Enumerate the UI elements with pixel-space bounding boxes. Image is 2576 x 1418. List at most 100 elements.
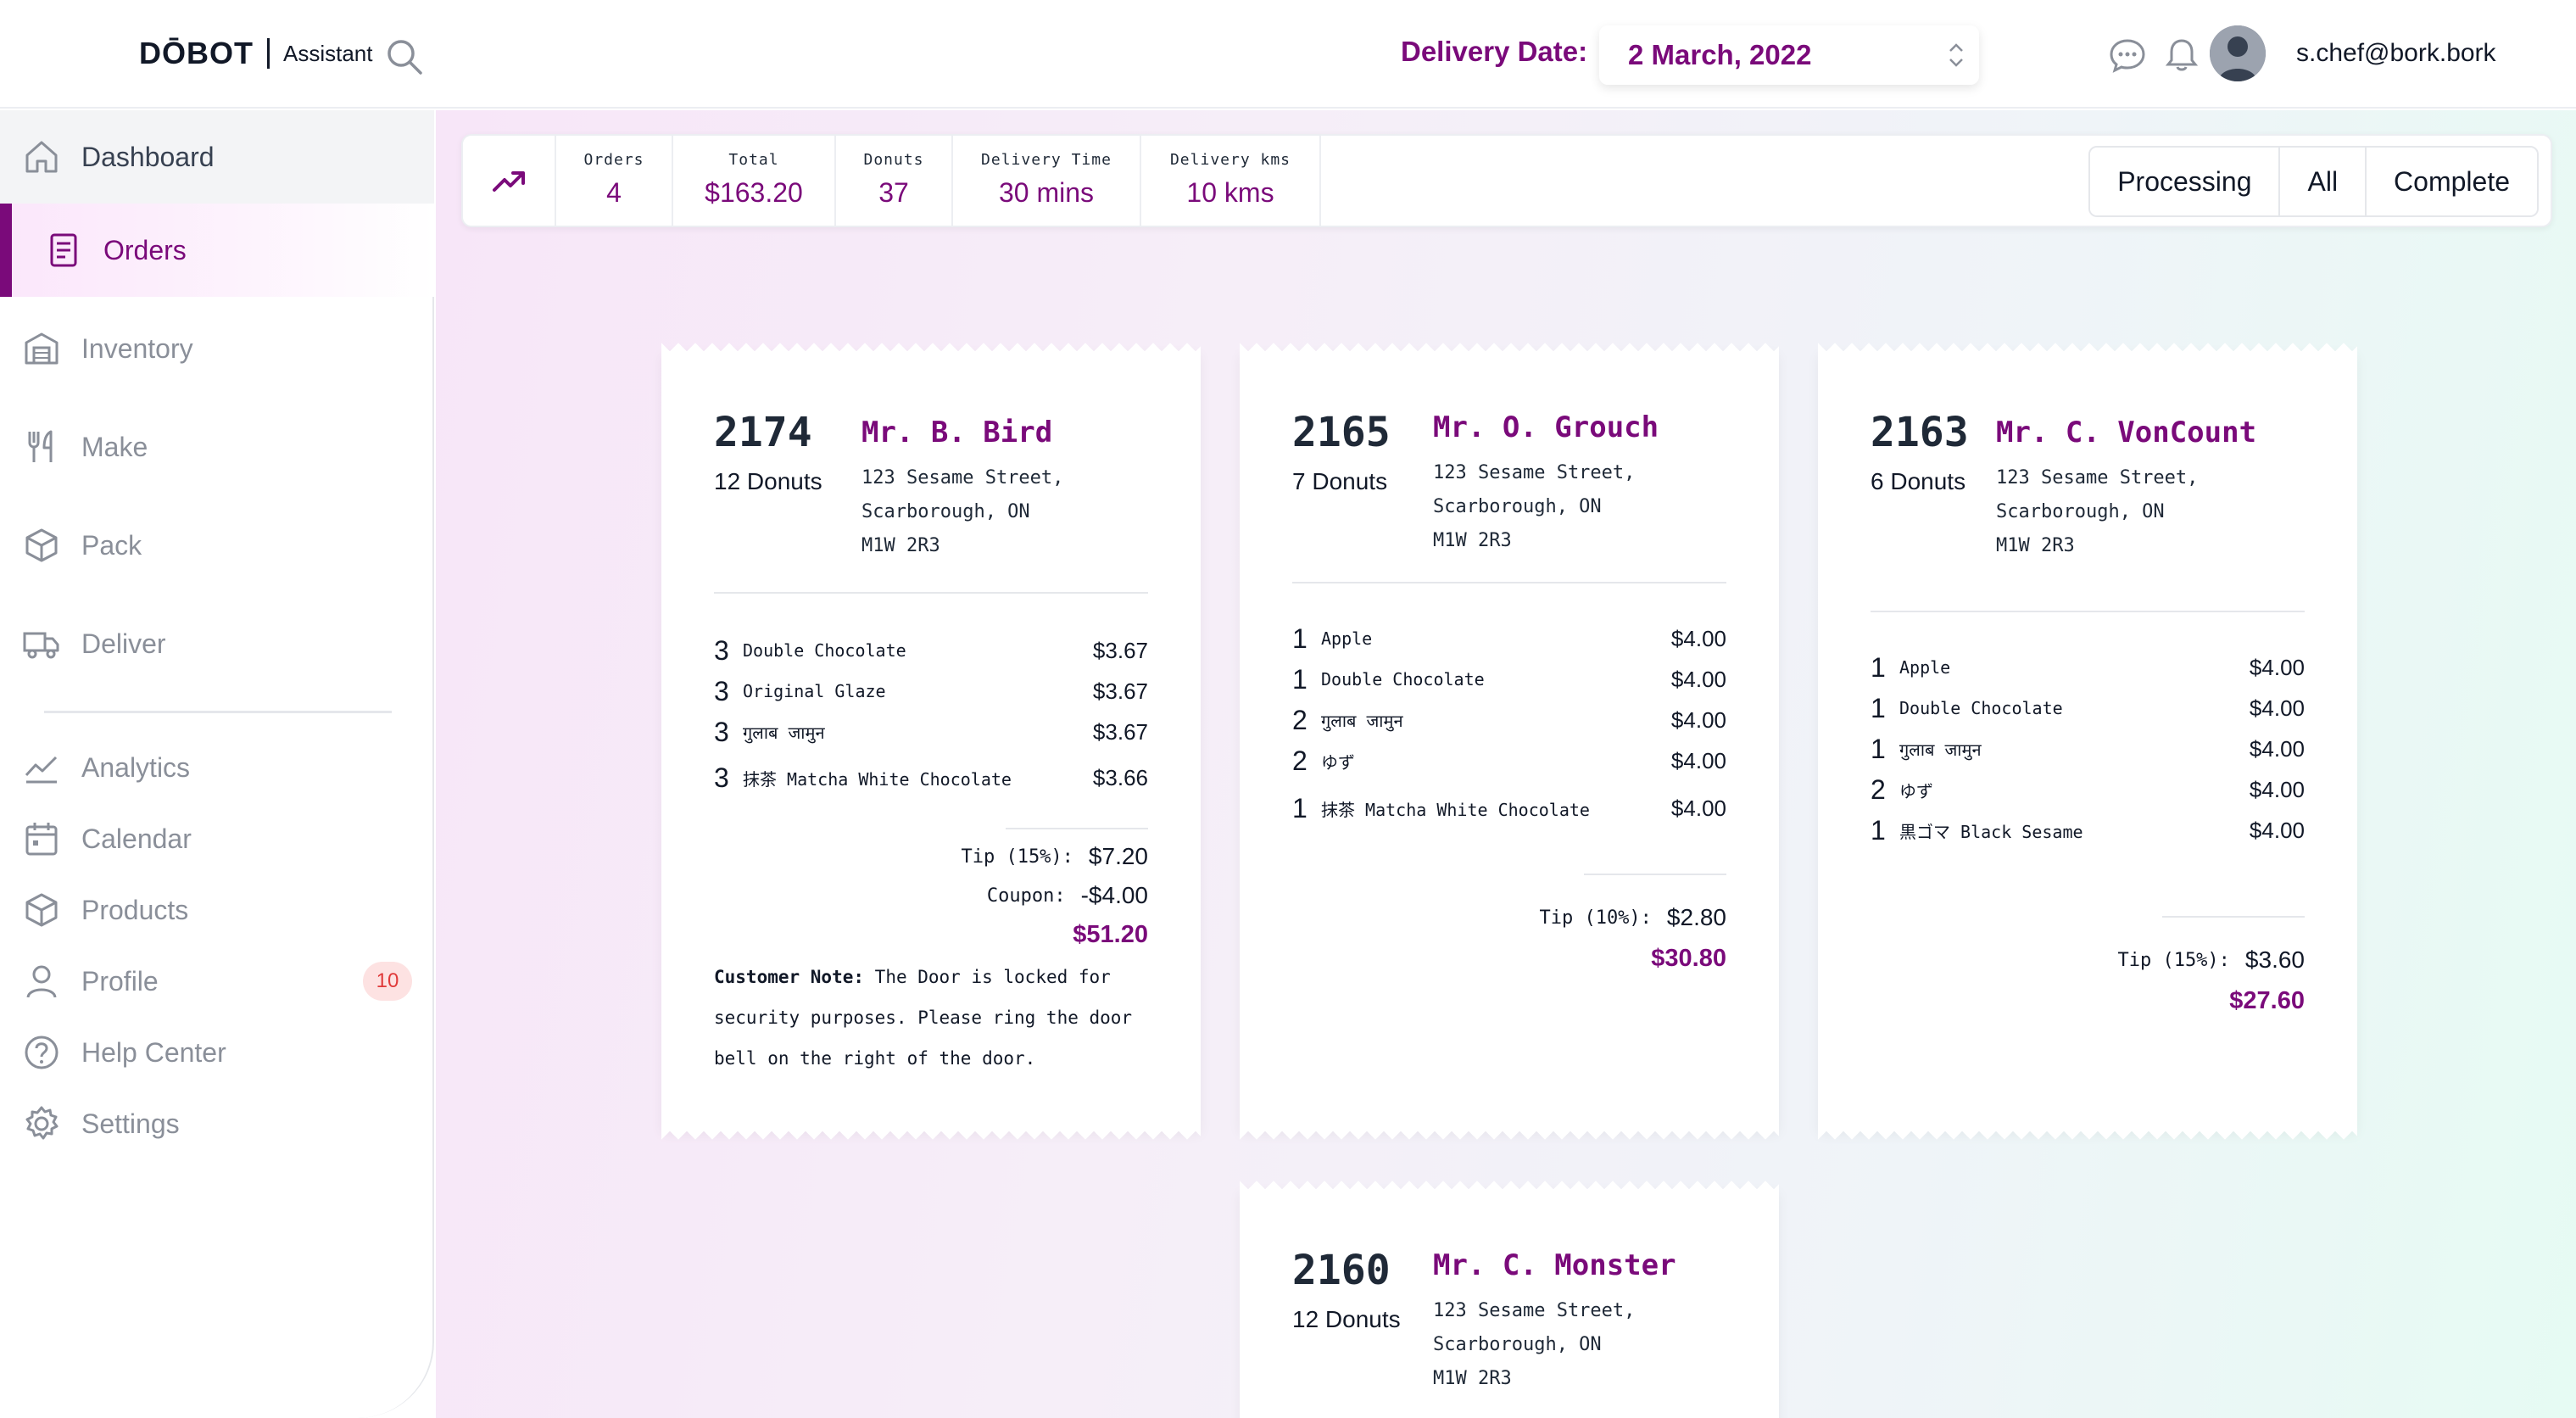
sidebar-item-profile[interactable]: Profile 10	[0, 943, 434, 1019]
delivery-date-select[interactable]: 2 March, 2022	[1599, 25, 1979, 85]
filter-processing-button[interactable]: Processing	[2090, 148, 2281, 215]
trending-up-icon	[493, 171, 525, 192]
item-price: $3.67	[1092, 718, 1148, 745]
customer-name: Mr. C. Monster	[1433, 1248, 1676, 1282]
sidebar-item-inventory[interactable]: Inventory	[0, 302, 434, 395]
address-line: M1W 2R3	[1433, 1368, 1512, 1389]
utensils-icon	[28, 430, 53, 462]
stat-orders: Orders 4	[556, 136, 673, 226]
item-name: Double Chocolate	[743, 640, 906, 661]
order-line-item: 1 Apple $4.00	[1292, 619, 1726, 658]
address-line: M1W 2R3	[861, 535, 940, 556]
trending-up-button[interactable]	[463, 136, 556, 226]
sidebar-item-label: Calendar	[81, 823, 192, 854]
app-logo[interactable]: DŌBOT Assistant	[139, 36, 373, 71]
order-receipt[interactable]: 2163 6 Donuts Mr. C. VonCount 123 Sesame…	[1818, 339, 2357, 1143]
filter-all-button[interactable]: All	[2280, 148, 2367, 215]
order-receipt[interactable]: 2174 12 Donuts Mr. B. Bird 123 Sesame St…	[661, 339, 1201, 1143]
item-price: $4.00	[2249, 654, 2305, 680]
item-name: 黒ゴマ Black Sesame	[1899, 821, 2083, 842]
bell-icon[interactable]	[2162, 36, 2201, 75]
order-number: 2160	[1292, 1247, 1391, 1294]
address-line: Scarborough, ON	[1433, 1334, 1602, 1355]
sidebar-item-orders[interactable]: Orders	[0, 204, 434, 297]
order-receipt[interactable]: 2165 7 Donuts Mr. O. Grouch 123 Sesame S…	[1240, 339, 1779, 1143]
sidebar-item-calendar[interactable]: Calendar	[0, 801, 434, 877]
order-number: 2174	[714, 409, 812, 456]
order-line-item: 1 黒ゴマ Black Sesame $4.00	[1871, 811, 2305, 850]
item-qty: 1	[1292, 663, 1308, 695]
divider	[1006, 828, 1148, 829]
item-price: $4.00	[1670, 747, 1726, 773]
item-name: गुलाब जामुन	[743, 722, 825, 743]
order-line-item: 3 抹茶 Matcha White Chocolate $3.66	[714, 758, 1148, 797]
item-qty: 1	[1871, 651, 1886, 683]
search-icon[interactable]	[385, 37, 424, 76]
sidebar-item-label: Products	[81, 894, 189, 925]
truck-icon	[23, 632, 59, 659]
stat-value: $163.20	[705, 177, 803, 208]
user-email[interactable]: s.chef@bork.bork	[2296, 39, 2496, 68]
item-qty: 1	[1871, 814, 1886, 846]
sidebar-item-make[interactable]: Make	[0, 400, 434, 494]
item-name: 抹茶 Matcha White Chocolate	[743, 768, 1012, 790]
sidebar-item-deliver[interactable]: Deliver	[0, 597, 434, 690]
warehouse-icon	[25, 332, 59, 365]
item-qty: 3	[714, 762, 729, 793]
sidebar-item-dashboard[interactable]: Dashboard	[0, 110, 434, 204]
stat-delivery-kms: Delivery kms 10 kms	[1141, 136, 1321, 226]
order-number: 2163	[1871, 409, 1969, 456]
item-qty: 2	[1871, 773, 1886, 805]
help-icon	[25, 1036, 59, 1069]
address-line: 123 Sesame Street,	[1996, 467, 2199, 488]
chat-icon[interactable]	[2108, 36, 2147, 75]
tip-row: Tip (15%): $7.20	[961, 843, 1148, 870]
select-arrows-icon	[1949, 43, 1963, 67]
order-donut-count: 6 Donuts	[1871, 468, 1966, 494]
coupon-value: -$4.00	[1080, 882, 1148, 908]
order-receipt[interactable]: 2160 12 Donuts Mr. C. Monster 123 Sesame…	[1240, 1177, 1779, 1418]
address-line: 123 Sesame Street,	[1433, 1300, 1636, 1321]
item-name: गुलाब जामुन	[1321, 710, 1403, 731]
address-line: Scarborough, ON	[1433, 496, 1602, 517]
sidebar-item-help-center[interactable]: Help Center	[0, 1014, 434, 1091]
logo-divider	[267, 38, 270, 69]
address-line: Scarborough, ON	[861, 501, 1030, 522]
stats-bar: Orders 4 Total $163.20 Donuts 37 Deliver…	[461, 134, 2552, 227]
tip-label: Tip (15%):	[2117, 949, 2230, 971]
sidebar-item-settings[interactable]: Settings	[0, 1086, 434, 1162]
top-header: DŌBOT Assistant Delivery Date: 2 March, …	[0, 0, 2576, 109]
stat-value: 37	[878, 177, 909, 208]
gear-icon	[25, 1106, 59, 1140]
item-price: $4.00	[1670, 795, 1726, 821]
sidebar-item-label: Inventory	[81, 332, 193, 364]
sidebar-item-products[interactable]: Products	[0, 872, 434, 948]
sidebar-item-label: Make	[81, 431, 148, 462]
main-content: Orders 4 Total $163.20 Donuts 37 Deliver…	[436, 110, 2576, 1418]
sidebar-item-pack[interactable]: Pack	[0, 499, 434, 592]
divider	[1871, 611, 2305, 612]
stat-total: Total $163.20	[673, 136, 836, 226]
item-price: $4.00	[2249, 695, 2305, 721]
customer-name: Mr. O. Grouch	[1433, 410, 1659, 444]
tip-label: Tip (10%):	[1539, 907, 1652, 929]
stat-label: Total	[728, 151, 779, 169]
filter-complete-button[interactable]: Complete	[2367, 148, 2537, 215]
coupon-row: Coupon: -$4.00	[987, 882, 1148, 909]
item-qty: 1	[1871, 692, 1886, 723]
status-filter: Processing All Complete	[2088, 146, 2539, 217]
sidebar-item-label: Profile	[81, 965, 159, 997]
coupon-label: Coupon:	[986, 885, 1066, 907]
customer-note: Customer Note: The Door is locked for se…	[714, 957, 1155, 1079]
address-line: M1W 2R3	[1996, 535, 2075, 556]
logo-text: DŌBOT	[139, 36, 254, 70]
order-line-item: 1 गुलाब जामुन $4.00	[1871, 729, 2305, 768]
sidebar-item-analytics[interactable]: Analytics	[0, 729, 434, 806]
divider	[714, 592, 1148, 594]
tip-value: $7.20	[1088, 843, 1148, 869]
notification-badge: 10	[363, 962, 412, 1001]
avatar[interactable]	[2210, 25, 2266, 81]
stat-donuts: Donuts 37	[836, 136, 953, 226]
order-line-item: 3 गुलाब जामुन $3.67	[714, 712, 1148, 751]
item-qty: 1	[1871, 733, 1886, 764]
